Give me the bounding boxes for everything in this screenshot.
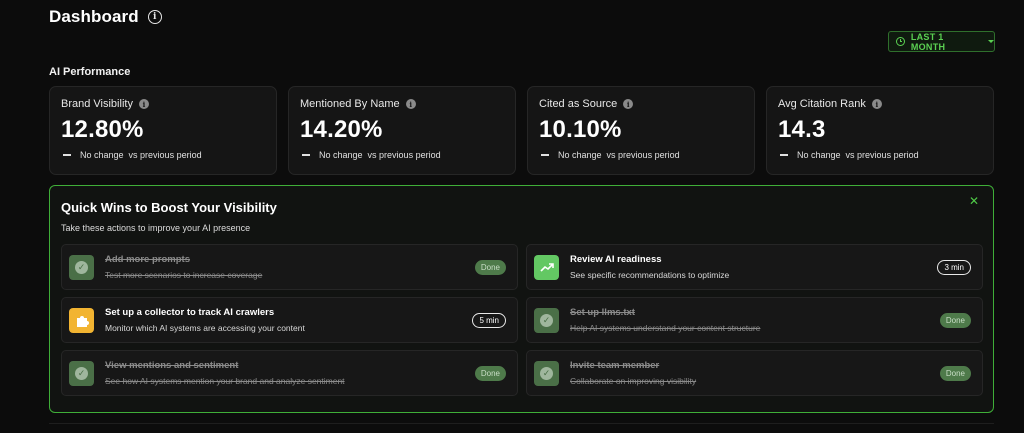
task-title: Invite team member xyxy=(570,360,660,371)
task-view-mentions[interactable]: ✓ View mentions and sentiment See how AI… xyxy=(61,350,518,396)
stat-label: Mentioned By Name xyxy=(300,98,400,110)
stat-label: Avg Citation Rank xyxy=(778,98,866,110)
info-icon[interactable]: i xyxy=(147,10,162,24)
quick-wins-title: Quick Wins to Boost Your Visibility xyxy=(61,200,277,215)
check-icon: ✓ xyxy=(534,308,559,333)
dash-icon xyxy=(63,154,71,156)
dash-icon xyxy=(541,154,549,156)
status-badge: Done xyxy=(939,366,971,381)
info-icon[interactable]: i xyxy=(871,99,882,109)
task-title: Add more prompts xyxy=(105,254,190,265)
stat-card-avg-citation-rank: Avg Citation Rank i 14.3 No change vs pr… xyxy=(766,86,994,175)
stat-value: 12.80% xyxy=(61,116,144,143)
task-desc: Help AI systems understand your content … xyxy=(570,323,761,333)
info-icon[interactable]: i xyxy=(138,99,149,109)
stat-card-cited-as-source: Cited as Source i 10.10% No change vs pr… xyxy=(527,86,755,175)
status-badge: Done xyxy=(939,313,971,328)
task-desc: See specific recommendations to optimize xyxy=(570,270,730,280)
quick-wins-subtitle: Take these actions to improve your AI pr… xyxy=(61,223,251,233)
dash-icon xyxy=(780,154,788,156)
caret-down-icon xyxy=(988,40,994,43)
stat-change-suffix: vs previous period xyxy=(367,150,441,160)
stat-value: 14.20% xyxy=(300,116,383,143)
task-review-ai-readiness[interactable]: Review AI readiness See specific recomme… xyxy=(526,244,983,290)
info-icon[interactable]: i xyxy=(623,99,634,109)
check-icon: ✓ xyxy=(69,361,94,386)
time-badge: 5 min xyxy=(472,313,506,328)
page-title: Dashboard xyxy=(49,7,139,26)
task-setup-llms-txt[interactable]: ✓ Set up llms.txt Help AI systems unders… xyxy=(526,297,983,343)
stat-change: No change xyxy=(558,150,602,160)
stat-card-brand-visibility: Brand Visibility i 12.80% No change vs p… xyxy=(49,86,277,175)
stat-card-mentioned-by-name: Mentioned By Name i 14.20% No change vs … xyxy=(288,86,516,175)
dash-icon xyxy=(302,154,310,156)
task-setup-collector[interactable]: Set up a collector to track AI crawlers … xyxy=(61,297,518,343)
section-title: AI Performance xyxy=(49,66,131,78)
clock-icon xyxy=(896,37,905,46)
stat-change: No change xyxy=(797,150,841,160)
puzzle-icon xyxy=(69,308,94,333)
time-badge: 3 min xyxy=(937,260,971,275)
task-invite-team-member[interactable]: ✓ Invite team member Collaborate on impr… xyxy=(526,350,983,396)
stat-value: 14.3 xyxy=(778,116,826,143)
task-desc: Monitor which AI systems are accessing y… xyxy=(105,323,305,333)
stat-label: Brand Visibility xyxy=(61,98,133,110)
task-desc: Collaborate on improving visibility xyxy=(570,376,697,386)
stat-change-suffix: vs previous period xyxy=(128,150,202,160)
trend-up-icon xyxy=(534,255,559,280)
task-desc: Test more scenarios to increase coverage xyxy=(105,270,263,280)
status-badge: Done xyxy=(474,260,506,275)
task-title: Set up a collector to track AI crawlers xyxy=(105,307,275,318)
check-icon: ✓ xyxy=(534,361,559,386)
quick-wins-panel: Quick Wins to Boost Your Visibility Take… xyxy=(49,185,994,413)
period-selector-button[interactable]: LAST 1 MONTH xyxy=(888,31,995,52)
stat-label: Cited as Source xyxy=(539,98,618,110)
task-title: Set up llms.txt xyxy=(570,307,635,318)
task-title: Review AI readiness xyxy=(570,254,662,265)
info-icon[interactable]: i xyxy=(405,99,416,109)
page-header: Dashboard i xyxy=(49,6,162,28)
stat-value: 10.10% xyxy=(539,116,622,143)
task-desc: See how AI systems mention your brand an… xyxy=(105,376,345,386)
close-icon[interactable]: ✕ xyxy=(969,194,979,208)
check-icon: ✓ xyxy=(69,255,94,280)
task-title: View mentions and sentiment xyxy=(105,360,239,371)
period-label: LAST 1 MONTH xyxy=(910,31,946,52)
stat-change-suffix: vs previous period xyxy=(845,150,919,160)
stat-change: No change xyxy=(80,150,124,160)
divider xyxy=(49,423,994,424)
stat-change-suffix: vs previous period xyxy=(606,150,680,160)
status-badge: Done xyxy=(474,366,506,381)
stat-change: No change xyxy=(319,150,363,160)
task-add-more-prompts[interactable]: ✓ Add more prompts Test more scenarios t… xyxy=(61,244,518,290)
dashboard-page: Dashboard i LAST 1 MONTH AI Performance … xyxy=(0,0,1024,433)
